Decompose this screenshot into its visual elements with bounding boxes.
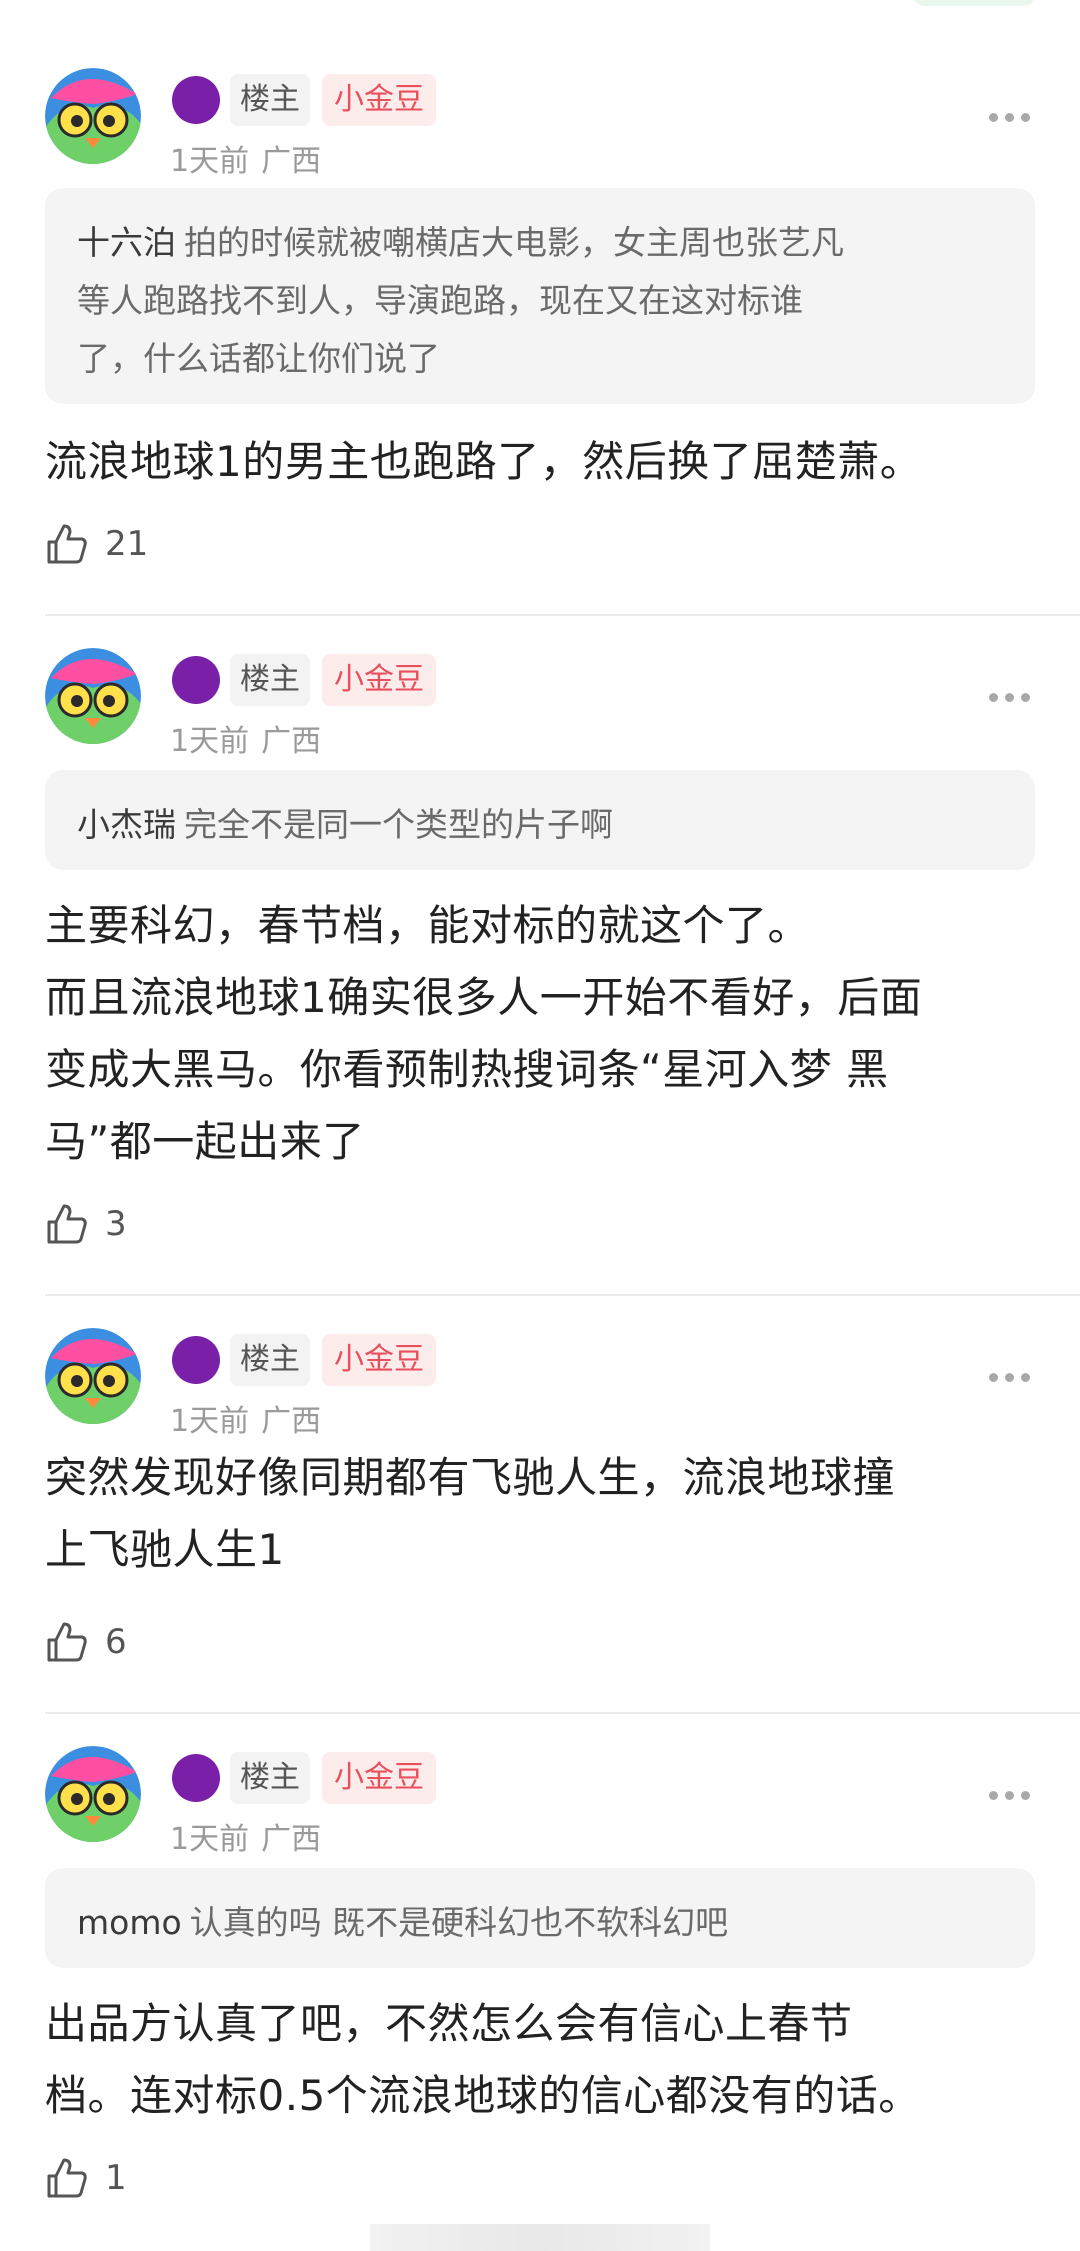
more-dots-icon[interactable] bbox=[985, 1368, 1033, 1388]
content-line: 主要科幻，春节档，能对标的就这个了。 bbox=[45, 901, 811, 950]
comment-time: 1天前 bbox=[170, 1404, 250, 1439]
content-line: 突然发现好像同期都有飞驰人生，流浪地球撞 bbox=[45, 1453, 896, 1502]
owner-tag: 楼主 bbox=[230, 1334, 310, 1386]
bottom-fade-bar bbox=[370, 2224, 710, 2251]
content-line: 流浪地球1的男主也跑路了，然后换了屈楚萧。 bbox=[45, 437, 923, 486]
comment-meta: 1天前 广西 bbox=[170, 716, 321, 760]
more-dots-icon[interactable] bbox=[985, 688, 1033, 708]
level-tag: 小金豆 bbox=[322, 74, 436, 126]
content-line: 上飞驰人生1 bbox=[45, 1525, 285, 1574]
comment-location: 广西 bbox=[261, 1404, 322, 1439]
like-count: 3 bbox=[105, 1204, 127, 1244]
content-line: 而且流浪地球1确实很多人一开始不看好，后面 bbox=[45, 973, 923, 1022]
comment-time: 1天前 bbox=[170, 724, 250, 759]
quote-author: momo bbox=[77, 1903, 182, 1942]
comment-time: 1天前 bbox=[170, 144, 250, 179]
like-count: 21 bbox=[105, 524, 149, 564]
divider bbox=[45, 614, 1080, 616]
quote-author: 十六泊 bbox=[77, 223, 176, 262]
comment-content: 出品方认真了吧，不然怎么会有信心上春节 档。连对标0.5个流浪地球的信心都没有的… bbox=[45, 1988, 1045, 2132]
purple-level-dot-icon bbox=[172, 1754, 220, 1802]
quote-line: momo 认真的吗 既不是硬科幻也不软科幻吧 bbox=[77, 1903, 729, 1942]
owner-tag: 楼主 bbox=[230, 1752, 310, 1804]
quote-line: 等人跑路找不到人，导演跑路，现在又在这对标谁 bbox=[77, 281, 803, 320]
quote-line: 了，什么话都让你们说了 bbox=[77, 339, 440, 378]
purple-level-dot-icon bbox=[172, 1336, 220, 1384]
quote-line: 小杰瑞 完全不是同一个类型的片子啊 bbox=[77, 805, 613, 844]
more-dots-icon[interactable] bbox=[985, 108, 1033, 128]
thumbs-up-icon bbox=[47, 1204, 87, 1244]
level-tag: 小金豆 bbox=[322, 654, 436, 706]
thumbs-up-icon bbox=[47, 1622, 87, 1662]
content-line: 马”都一起出来了 bbox=[45, 1117, 365, 1166]
divider bbox=[45, 1712, 1080, 1714]
purple-level-dot-icon bbox=[172, 76, 220, 124]
cartoon-bird-avatar-icon[interactable] bbox=[45, 1328, 141, 1424]
cartoon-bird-avatar-icon[interactable] bbox=[45, 648, 141, 744]
cartoon-bird-avatar-icon[interactable] bbox=[45, 68, 141, 164]
level-tag: 小金豆 bbox=[322, 1334, 436, 1386]
comment-meta: 1天前 广西 bbox=[170, 1396, 321, 1440]
owner-tag: 楼主 bbox=[230, 654, 310, 706]
comment-content: 主要科幻，春节档，能对标的就这个了。 而且流浪地球1确实很多人一开始不看好，后面… bbox=[45, 890, 1045, 1178]
quote-line: 十六泊 拍的时候就被嘲横店大电影，女主周也张艺凡 bbox=[77, 223, 844, 262]
quoted-reply[interactable]: 十六泊 拍的时候就被嘲横店大电影，女主周也张艺凡 等人跑路找不到人，导演跑路，现在… bbox=[45, 188, 1035, 404]
comment-content: 流浪地球1的男主也跑路了，然后换了屈楚萧。 bbox=[45, 426, 1045, 498]
quote-author: 小杰瑞 bbox=[77, 805, 176, 844]
content-line: 变成大黑马。你看预制热搜词条“星河入梦 黑 bbox=[45, 1045, 889, 1094]
level-tag: 小金豆 bbox=[322, 1752, 436, 1804]
comment-meta: 1天前 广西 bbox=[170, 1814, 321, 1858]
comment-location: 广西 bbox=[261, 724, 322, 759]
like-count: 6 bbox=[105, 1622, 127, 1662]
quoted-reply[interactable]: 小杰瑞 完全不是同一个类型的片子啊 bbox=[45, 770, 1035, 870]
quoted-reply[interactable]: momo 认真的吗 既不是硬科幻也不软科幻吧 bbox=[45, 1868, 1035, 1968]
like-count: 1 bbox=[105, 2158, 127, 2198]
comment-content: 突然发现好像同期都有飞驰人生，流浪地球撞 上飞驰人生1 bbox=[45, 1442, 1045, 1586]
cartoon-bird-avatar-icon[interactable] bbox=[45, 1746, 141, 1842]
owner-tag: 楼主 bbox=[230, 74, 310, 126]
top-status-pill bbox=[912, 0, 1036, 6]
content-line: 出品方认真了吧，不然怎么会有信心上春节 bbox=[45, 1999, 853, 2048]
purple-level-dot-icon bbox=[172, 656, 220, 704]
comment-location: 广西 bbox=[261, 1822, 322, 1857]
content-line: 档。连对标0.5个流浪地球的信心都没有的话。 bbox=[45, 2071, 921, 2120]
thumbs-up-icon bbox=[47, 2158, 87, 2198]
thumbs-up-icon bbox=[47, 524, 87, 564]
comment-meta: 1天前 广西 bbox=[170, 136, 321, 180]
comment-location: 广西 bbox=[261, 144, 322, 179]
more-dots-icon[interactable] bbox=[985, 1786, 1033, 1806]
divider bbox=[45, 1294, 1080, 1296]
comment-time: 1天前 bbox=[170, 1822, 250, 1857]
